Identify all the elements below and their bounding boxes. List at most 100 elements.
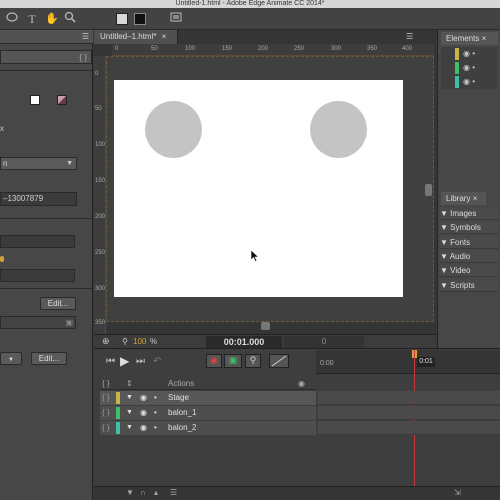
eye-icon[interactable]: ◉ [140, 421, 147, 435]
filter-icon[interactable]: ▼ [126, 488, 134, 497]
auto-transition-icon[interactable]: ▣ [224, 354, 242, 368]
timeline-row-stage[interactable]: { } ▼ ◉ • Stage [100, 391, 316, 405]
empty-field-2[interactable] [0, 269, 75, 282]
lock-dot-icon[interactable]: • [154, 406, 157, 420]
overflow-color-swatch[interactable] [57, 95, 67, 105]
eye-icon[interactable]: ◉ • [463, 49, 475, 58]
crosshair-icon[interactable]: ⊕ [102, 336, 110, 347]
stage-canvas[interactable] [114, 80, 403, 297]
library-item-video[interactable]: ▼ Video [440, 265, 498, 277]
property-dropdown[interactable]: n ▼ [0, 157, 77, 170]
magnet-icon[interactable]: ∩ [140, 488, 146, 497]
ruler-tick: 150 [95, 178, 106, 184]
go-to-start-icon[interactable]: ⏮ [106, 356, 115, 367]
expand-arrow-icon[interactable]: ▼ [126, 406, 133, 420]
balon2-color-bar [455, 76, 459, 88]
edit-button-2[interactable]: Edit... [31, 352, 67, 365]
edit-button[interactable]: Edit... [40, 297, 76, 310]
actions-label: Actions [168, 379, 195, 388]
stage-panel-menu-icon[interactable]: ☰ [406, 32, 413, 41]
ruler-tick: 300 [95, 286, 106, 292]
background-color-swatch[interactable] [30, 95, 40, 105]
elements-tab[interactable]: Elements × [441, 32, 498, 45]
library-item-scripts[interactable]: ▼ Scripts [440, 280, 498, 292]
close-tab-icon[interactable]: × [162, 32, 167, 41]
time-field[interactable]: 0 [284, 336, 364, 348]
vertical-scrollbar[interactable] [425, 184, 432, 196]
ruler-tick: 150 [222, 46, 233, 52]
code-icon[interactable]: { } [102, 406, 110, 420]
library-item-symbols[interactable]: ▼ Symbols [440, 222, 498, 234]
small-dropdown[interactable]: ▼ [0, 352, 22, 365]
hand-tool-icon[interactable]: ✋ [44, 11, 60, 27]
row-label: Stage [168, 393, 189, 402]
library-item-fonts[interactable]: ▼ Fonts [440, 237, 498, 249]
snap-icon[interactable]: ▴ [154, 488, 158, 497]
lock-dot-icon[interactable]: • [154, 421, 157, 435]
zoom-timeline-icon[interactable]: ⇲ [454, 488, 461, 497]
zoom-tool-icon[interactable] [62, 11, 78, 27]
eye-icon[interactable]: ◉ • [463, 63, 475, 72]
library-tab[interactable]: Library × [441, 192, 486, 205]
pin-icon[interactable]: ⚲ [245, 354, 261, 368]
zoom-value[interactable]: 100 [133, 337, 146, 346]
track-balon-1[interactable] [318, 406, 500, 420]
timeline-row-balon-2[interactable]: { } ▼ ◉ • balon_2 [100, 421, 316, 435]
row-label: balon_2 [168, 423, 197, 432]
ruler-tick: 100 [185, 46, 196, 52]
stage-toggle-icon[interactable] [168, 11, 184, 27]
code-icon[interactable]: { } [102, 421, 110, 435]
zoom-unit: % [150, 337, 158, 346]
timeline-row-balon-1[interactable]: { } ▼ ◉ • balon_1 [100, 406, 316, 420]
horizontal-ruler: 0 50 100 150 200 250 300 350 400 [112, 44, 434, 56]
grid-icon[interactable]: ☰ [170, 488, 177, 497]
curly-icon[interactable]: { } [102, 378, 110, 390]
easing-icon[interactable] [269, 354, 289, 368]
close-library-icon[interactable]: × [473, 194, 478, 203]
close-elements-icon[interactable]: × [482, 34, 487, 43]
document-tab[interactable]: Untitled–1.html* × [94, 30, 178, 44]
balon-2-circle[interactable] [310, 101, 367, 158]
horizontal-scrollbar[interactable] [261, 322, 270, 330]
x-label: x [0, 124, 4, 133]
code-icon[interactable]: { } [102, 391, 110, 405]
id-field[interactable]: –13007879 [0, 192, 77, 206]
track-balon-2[interactable] [318, 421, 500, 435]
expand-arrow-icon[interactable]: ▼ [126, 391, 133, 405]
balon-1-circle[interactable] [145, 101, 202, 158]
library-item-images[interactable]: ▼ Images [440, 208, 498, 220]
current-time-display[interactable]: 00:01.000 [206, 336, 282, 348]
eye-icon[interactable]: ◉ [140, 391, 147, 405]
stage-footer: ⊕ ⚲ 100 % 00:01.000 0 [94, 334, 436, 348]
stage-color-bar [455, 48, 459, 60]
time-ruler[interactable]: 0:00 [316, 350, 500, 374]
loop-icon[interactable]: ↶ [153, 356, 161, 367]
expand-arrow-icon[interactable]: ▼ [126, 421, 133, 435]
code-button[interactable]: { } [79, 52, 87, 63]
folder-icon[interactable]: ▣ [65, 317, 73, 328]
eye-icon[interactable]: ◉ [140, 406, 147, 420]
panel-menu-icon[interactable]: ☰ [82, 32, 89, 41]
ruler-tick: 400 [402, 46, 413, 52]
empty-field-1[interactable] [0, 235, 75, 248]
track-stage[interactable] [318, 391, 500, 405]
chevron-down-icon: ▼ [66, 160, 73, 167]
stroke-swatch[interactable] [134, 13, 146, 25]
timeline-footer: ▼ ∩ ▴ ☰ ⇲ [94, 486, 500, 500]
settings-icon[interactable]: ◉ [298, 378, 305, 390]
sort-icon[interactable]: ⇕ [126, 378, 133, 390]
ruler-tick: 350 [95, 320, 106, 326]
lock-dot-icon[interactable]: • [154, 391, 157, 405]
auto-keyframe-icon[interactable]: ◉ [206, 354, 222, 368]
window-title: Untitled-1.html - Adobe Edge Animate CC … [0, 0, 500, 8]
library-item-audio[interactable]: ▼ Audio [440, 251, 498, 263]
empty-field-3[interactable]: ▣ [0, 316, 76, 329]
ellipse-tool-icon[interactable] [4, 11, 20, 27]
go-to-end-icon[interactable]: ⏭ [136, 356, 145, 367]
fill-swatch[interactable] [116, 13, 128, 25]
play-icon[interactable]: ▶ [120, 354, 129, 368]
ruler-tick: 250 [95, 250, 106, 256]
main-toolbar: T ✋ [0, 8, 500, 30]
eye-icon[interactable]: ◉ • [463, 77, 475, 86]
text-tool-icon[interactable]: T [24, 11, 40, 27]
